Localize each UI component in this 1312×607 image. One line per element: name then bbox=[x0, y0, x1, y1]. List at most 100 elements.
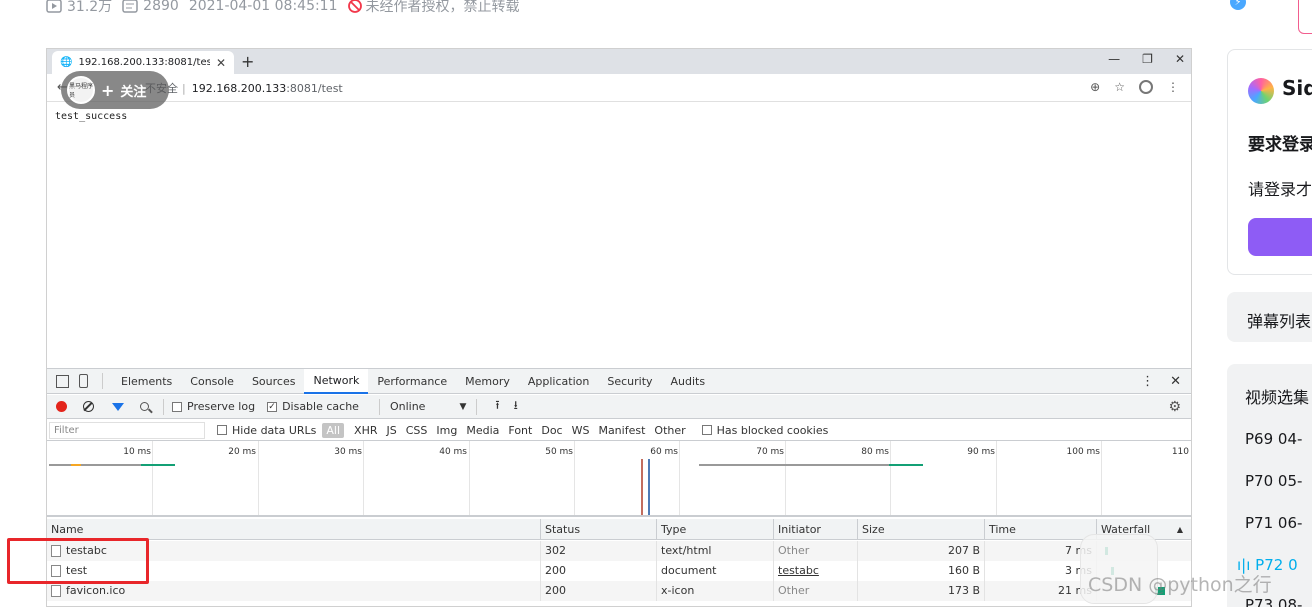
login-title: 要求登录 bbox=[1248, 135, 1312, 155]
follow-overlay[interactable]: 黑马程序员 + 关注 bbox=[61, 71, 169, 109]
device-toggle-icon[interactable] bbox=[79, 374, 88, 388]
type-filter-css[interactable]: CSS bbox=[402, 423, 432, 438]
tab-memory[interactable]: Memory bbox=[456, 369, 519, 394]
close-devtools-icon[interactable]: ✕ bbox=[1170, 374, 1181, 389]
type-filter-media[interactable]: Media bbox=[462, 423, 503, 438]
header-button-edge[interactable] bbox=[1298, 0, 1312, 34]
column-size[interactable]: Size bbox=[858, 519, 985, 540]
hide-data-urls-checkbox[interactable]: Hide data URLs bbox=[217, 424, 316, 437]
zoom-icon[interactable]: ⊕ bbox=[1090, 80, 1100, 94]
video-meta: 31.2万 2890 2021-04-01 08:45:11 未经作者授权，禁止… bbox=[46, 0, 520, 16]
more-icon[interactable]: ⋮ bbox=[1141, 374, 1154, 389]
request-status: 302 bbox=[541, 541, 657, 561]
tab-console[interactable]: Console bbox=[181, 369, 243, 394]
checkbox-box bbox=[701, 425, 712, 435]
url-field[interactable]: 不安全 | 192.168.200.133 :8081/test bbox=[145, 78, 1125, 98]
table-row[interactable]: favicon.ico 200 x-icon Other 173 B 21 ms bbox=[47, 581, 1191, 601]
type-filter-ws[interactable]: WS bbox=[568, 423, 594, 438]
window-controls: — ❐ ✕ bbox=[1108, 52, 1185, 66]
divider bbox=[102, 373, 103, 389]
minimize-icon[interactable]: — bbox=[1108, 52, 1120, 66]
type-filter-doc[interactable]: Doc bbox=[537, 423, 566, 438]
tick-label: 110 bbox=[1171, 447, 1189, 457]
restore-icon[interactable]: ❐ bbox=[1142, 52, 1153, 66]
danmaku-stat: 2890 bbox=[122, 0, 179, 14]
table-row[interactable]: testabc 302 text/html Other 207 B 7 ms bbox=[47, 541, 1191, 561]
close-window-icon[interactable]: ✕ bbox=[1175, 52, 1185, 66]
tab-performance[interactable]: Performance bbox=[368, 369, 456, 394]
tab-network[interactable]: Network bbox=[304, 368, 369, 394]
filter-input[interactable]: Filter bbox=[49, 421, 205, 439]
column-type[interactable]: Type bbox=[657, 519, 774, 540]
blocked-cookies-checkbox[interactable]: Has blocked cookies bbox=[701, 424, 828, 437]
search-icon[interactable] bbox=[140, 402, 149, 411]
lightning-icon: ⚡ bbox=[1230, 0, 1246, 10]
timing-segment bbox=[71, 464, 81, 466]
filter-icon[interactable] bbox=[112, 402, 124, 411]
tab-application[interactable]: Application bbox=[519, 369, 598, 394]
dropdown-icon: ▼ bbox=[459, 401, 467, 412]
tab-sources[interactable]: Sources bbox=[243, 369, 305, 394]
table-row[interactable]: test 200 document testabc 160 B 3 ms bbox=[47, 561, 1191, 581]
tick-label: 50 ms bbox=[545, 447, 573, 457]
avatar: 黑马程序员 bbox=[67, 76, 95, 104]
type-filter-other[interactable]: Other bbox=[650, 423, 689, 438]
timing-segment bbox=[81, 464, 141, 466]
dom-content-line bbox=[648, 459, 650, 515]
gear-icon[interactable]: ⚙ bbox=[1168, 399, 1181, 415]
column-initiator[interactable]: Initiator bbox=[774, 519, 858, 540]
request-size: 160 B bbox=[858, 561, 985, 581]
danmaku-list-card[interactable]: 弹幕列表 bbox=[1227, 292, 1312, 342]
star-icon[interactable]: ☆ bbox=[1114, 80, 1125, 94]
download-icon[interactable]: ⭳ bbox=[514, 396, 518, 417]
sidebar-login-card: Sid 要求登录 请登录才 bbox=[1227, 49, 1312, 275]
column-name[interactable]: Name bbox=[47, 519, 541, 540]
episode-item[interactable]: P69 04- bbox=[1245, 430, 1302, 448]
episode-item[interactable]: P73 08- bbox=[1245, 596, 1302, 607]
type-filter-img[interactable]: Img bbox=[432, 423, 461, 438]
login-button[interactable] bbox=[1248, 218, 1312, 256]
episode-item[interactable]: P70 05- bbox=[1245, 472, 1302, 490]
tab-audits[interactable]: Audits bbox=[662, 369, 715, 394]
close-tab-icon[interactable]: ✕ bbox=[216, 56, 226, 70]
url-path: :8081/test bbox=[286, 81, 343, 95]
gridline bbox=[785, 441, 786, 515]
type-filter-all[interactable]: All bbox=[322, 422, 345, 438]
menu-icon[interactable]: ⋮ bbox=[1167, 80, 1179, 94]
record-icon[interactable] bbox=[56, 401, 67, 412]
har-actions: ⭱ ⭳ bbox=[495, 396, 517, 417]
tab-strip: 🌐 192.168.200.133:8081/test ✕ + — ❐ ✕ bbox=[47, 49, 1191, 74]
request-status: 200 bbox=[541, 561, 657, 581]
divider bbox=[476, 398, 478, 415]
preserve-log-checkbox[interactable]: Preserve log bbox=[172, 400, 255, 413]
episode-item[interactable]: P71 06- bbox=[1245, 514, 1302, 532]
inspect-icon[interactable] bbox=[56, 374, 69, 388]
column-status[interactable]: Status bbox=[541, 519, 657, 540]
type-filter-js[interactable]: JS bbox=[383, 423, 401, 438]
gridline bbox=[890, 441, 891, 515]
column-time[interactable]: Time bbox=[985, 519, 1097, 540]
tick-label: 40 ms bbox=[439, 447, 467, 457]
episodes-title: 视频选集 bbox=[1245, 388, 1310, 407]
filter-bar: Filter Hide data URLs All XHR JS CSS Img… bbox=[47, 420, 1191, 441]
login-subtitle: 请登录才 bbox=[1248, 180, 1312, 199]
tab-security[interactable]: Security bbox=[598, 369, 661, 394]
gridline bbox=[996, 441, 997, 515]
request-initiator-link[interactable]: testabc bbox=[774, 561, 858, 581]
type-filter-manifest[interactable]: Manifest bbox=[594, 423, 649, 438]
request-type: text/html bbox=[657, 541, 774, 561]
browser-window: 🌐 192.168.200.133:8081/test ✕ + — ❐ ✕ ← … bbox=[46, 48, 1192, 607]
load-event-line bbox=[641, 459, 643, 515]
devtools-panel: Elements Console Sources Network Perform… bbox=[47, 368, 1191, 606]
throttle-select[interactable]: Online ▼ bbox=[390, 400, 466, 413]
profile-icon[interactable] bbox=[1139, 80, 1153, 94]
type-filter-font[interactable]: Font bbox=[504, 423, 536, 438]
devtools-tabs: Elements Console Sources Network Perform… bbox=[47, 368, 1191, 394]
new-tab-icon[interactable]: + bbox=[241, 52, 254, 71]
type-filter-xhr[interactable]: XHR bbox=[350, 423, 381, 438]
clear-icon[interactable] bbox=[83, 401, 94, 412]
upload-icon[interactable]: ⭱ bbox=[495, 396, 499, 417]
tab-elements[interactable]: Elements bbox=[112, 369, 181, 394]
page-content: test_success bbox=[47, 103, 1191, 367]
disable-cache-checkbox[interactable]: ✓ Disable cache bbox=[267, 400, 359, 413]
